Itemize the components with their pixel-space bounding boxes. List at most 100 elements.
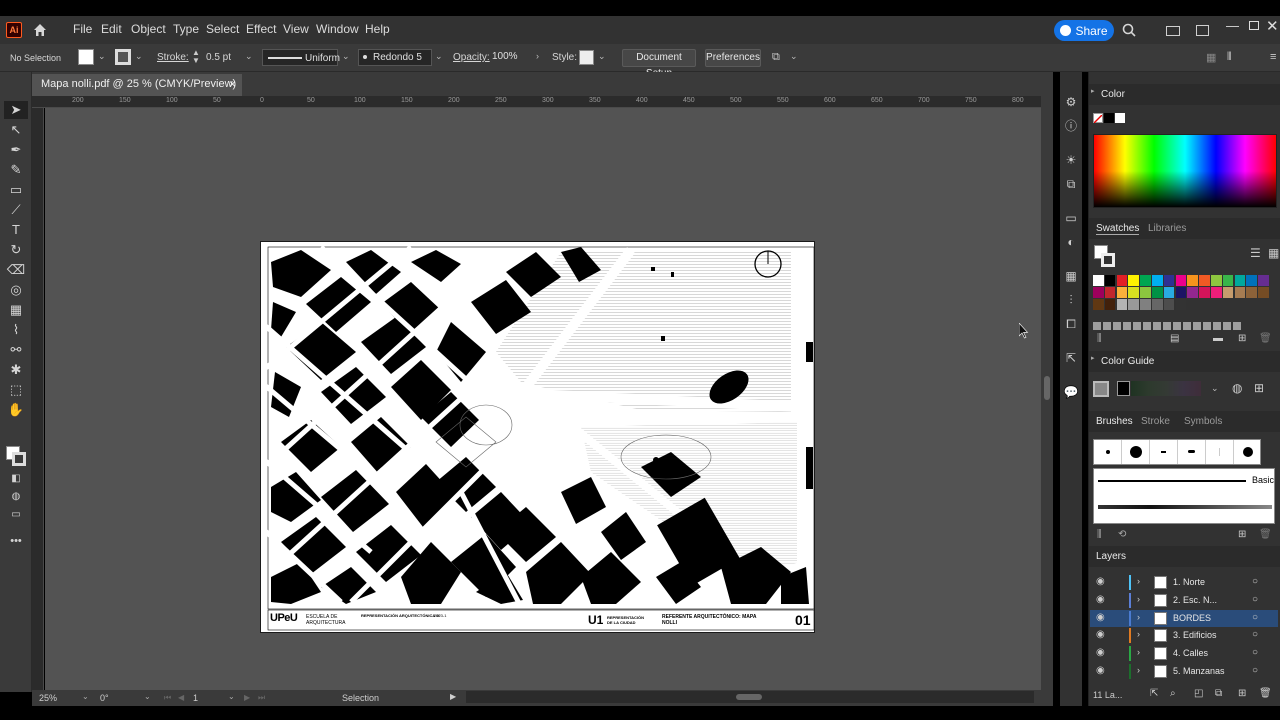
stroke-chevron-icon[interactable]: ⌄ <box>135 51 143 62</box>
artboard-number[interactable]: 1 <box>193 693 198 703</box>
color-swatch[interactable] <box>1116 275 1128 286</box>
brush-presets-row[interactable] <box>1093 439 1261 465</box>
menu-effect[interactable]: Effect <box>246 22 276 36</box>
menu-type[interactable]: Type <box>173 22 199 36</box>
artboard-nolli-map[interactable]: UPeU ESCUELA DE ARQUITECTURA REPRESENTAC… <box>260 241 815 633</box>
appearance-icon[interactable]: ☀ <box>1063 152 1079 168</box>
color-swatch[interactable] <box>1104 287 1116 298</box>
layer-name[interactable]: 4. Calles <box>1173 648 1208 658</box>
menu-file[interactable]: File <box>73 22 92 36</box>
share-button[interactable]: Share <box>1054 20 1114 41</box>
color-swatch[interactable] <box>1152 299 1163 310</box>
layer-row[interactable]: ◉ › 3. Edificios ○ <box>1090 627 1278 644</box>
new-sublayer-icon[interactable]: ⧉ <box>1215 688 1222 699</box>
layer-name[interactable]: 3. Edificios <box>1173 630 1217 640</box>
stroke-tab[interactable]: Stroke <box>1141 416 1170 427</box>
delete-layer-icon[interactable]: 🗑 <box>1259 688 1272 699</box>
color-swatch[interactable] <box>1093 275 1104 286</box>
visibility-eye-icon[interactable]: ◉ <box>1096 576 1105 587</box>
swatches-tab[interactable]: Swatches <box>1096 223 1140 235</box>
grid-view-icon[interactable]: ▦ <box>1268 246 1279 260</box>
white-swatch[interactable] <box>1115 113 1125 123</box>
color-swatch[interactable] <box>1258 275 1269 286</box>
menu-object[interactable]: Object <box>131 22 166 36</box>
blend-tool-icon[interactable]: ⚯ <box>6 341 26 359</box>
brush-preset-4[interactable] <box>1178 440 1206 464</box>
visibility-eye-icon[interactable]: ◉ <box>1096 612 1105 623</box>
expand-layer-icon[interactable]: › <box>1137 647 1140 657</box>
layer-row[interactable]: ◉ › BORDES ○ <box>1090 609 1278 627</box>
color-swatch[interactable] <box>1222 287 1234 298</box>
transform-icon[interactable]: ⧉ <box>1063 176 1079 192</box>
color-swatch[interactable] <box>1140 299 1151 310</box>
swatch-stroke-icon[interactable] <box>1101 253 1115 267</box>
gradient-tool-icon[interactable]: ▦ <box>6 301 26 319</box>
stroke-color-icon[interactable] <box>12 452 26 466</box>
harmony-chevron-icon[interactable]: ⌄ <box>1211 383 1219 394</box>
color-swatch[interactable] <box>1211 287 1222 298</box>
color-swatch[interactable] <box>1163 287 1175 298</box>
zoom-chevron-icon[interactable]: ⌄ <box>82 692 89 701</box>
black-swatch[interactable] <box>1104 113 1114 123</box>
menu-help[interactable]: Help <box>365 22 390 36</box>
curvature-tool-icon[interactable]: ✎ <box>6 161 26 179</box>
direct-selection-tool-icon[interactable]: ↖ <box>6 121 26 139</box>
artboards-panel-icon[interactable]: ⧠ <box>1063 316 1079 332</box>
menu-view[interactable]: View <box>283 22 309 36</box>
pathfinder-icon[interactable]: ⫶ <box>1063 292 1079 308</box>
color-mode-icon[interactable]: ◧ <box>6 470 26 488</box>
fill-swatch[interactable] <box>78 49 94 65</box>
color-swatch[interactable] <box>1234 275 1246 286</box>
minimize-icon[interactable]: — <box>1226 18 1239 33</box>
layer-name[interactable]: 1. Norte <box>1173 577 1205 587</box>
clipping-mask-icon[interactable]: ◰ <box>1194 688 1203 699</box>
export-icon[interactable]: ⇱ <box>1063 350 1079 366</box>
brush-definition[interactable]: Redondo 5 ... <box>358 49 432 78</box>
locate-object-icon[interactable]: ⌕ <box>1170 688 1176 699</box>
symbol-sprayer-tool-icon[interactable]: ✱ <box>6 361 26 379</box>
brush-chevron-icon[interactable]: ⌄ <box>435 51 443 62</box>
horizontal-scroll-thumb[interactable] <box>736 694 762 700</box>
brush-preset-5[interactable] <box>1206 440 1234 464</box>
warp-tool-icon[interactable]: ◎ <box>6 281 26 299</box>
eraser-tool-icon[interactable]: ⌫ <box>6 261 26 279</box>
brush-preset-2[interactable] <box>1122 440 1150 464</box>
status-menu-icon[interactable]: ▶ <box>450 692 456 701</box>
rotate-tool-icon[interactable]: ↻ <box>6 241 26 259</box>
search-icon[interactable] <box>1122 23 1136 37</box>
layers-tab[interactable]: Layers <box>1096 551 1126 562</box>
save-color-group-icon[interactable]: ⊞ <box>1254 381 1264 395</box>
more-tools-icon[interactable]: ••• <box>6 532 26 550</box>
color-swatch[interactable] <box>1152 287 1163 298</box>
layer-row[interactable]: ◉ › 4. Calles ○ <box>1090 645 1278 662</box>
vertical-scroll-thumb[interactable] <box>1044 376 1050 400</box>
workspace-icon[interactable] <box>1196 25 1209 36</box>
stroke-stepper-icon[interactable]: ▲ ▼ <box>192 49 200 65</box>
color-panel-title[interactable]: Color <box>1101 89 1125 100</box>
color-swatch[interactable] <box>1199 287 1210 298</box>
brush-library[interactable]: Basic <box>1093 468 1275 524</box>
brush-libraries-icon[interactable]: ⫼ <box>1097 529 1102 540</box>
eyedropper-tool-icon[interactable]: ⌇ <box>6 321 26 339</box>
harmony-strip[interactable] <box>1131 381 1201 396</box>
layer-name[interactable]: 5. Manzanas <box>1173 666 1225 676</box>
guide-swatch-black[interactable] <box>1117 381 1130 396</box>
color-swatch[interactable] <box>1187 275 1198 286</box>
color-swatch[interactable] <box>1258 287 1269 298</box>
layer-target-icon[interactable]: ○ <box>1252 576 1258 587</box>
fill-chevron-icon[interactable]: ⌄ <box>98 51 106 62</box>
delete-swatch-icon[interactable]: 🗑 <box>1259 333 1272 344</box>
list-view-icon[interactable]: ☰ <box>1250 246 1261 260</box>
color-swatch[interactable] <box>1128 299 1139 310</box>
info-icon[interactable]: ⓘ <box>1063 118 1079 134</box>
stroke-swatch[interactable] <box>115 49 131 65</box>
color-swatch[interactable] <box>1246 275 1257 286</box>
color-panel-collapse-icon[interactable]: ▸ <box>1091 87 1095 95</box>
layer-row[interactable]: ◉ › 5. Manzanas ○ <box>1090 663 1278 680</box>
zoom-tool-icon[interactable] <box>8 403 28 421</box>
preferences-button[interactable]: Preferences <box>705 49 761 67</box>
visibility-eye-icon[interactable]: ◉ <box>1096 594 1105 605</box>
color-swatch[interactable] <box>1104 275 1116 286</box>
new-layer-icon[interactable]: ⊞ <box>1238 688 1246 699</box>
opacity-chevron-icon[interactable]: › <box>536 51 539 61</box>
